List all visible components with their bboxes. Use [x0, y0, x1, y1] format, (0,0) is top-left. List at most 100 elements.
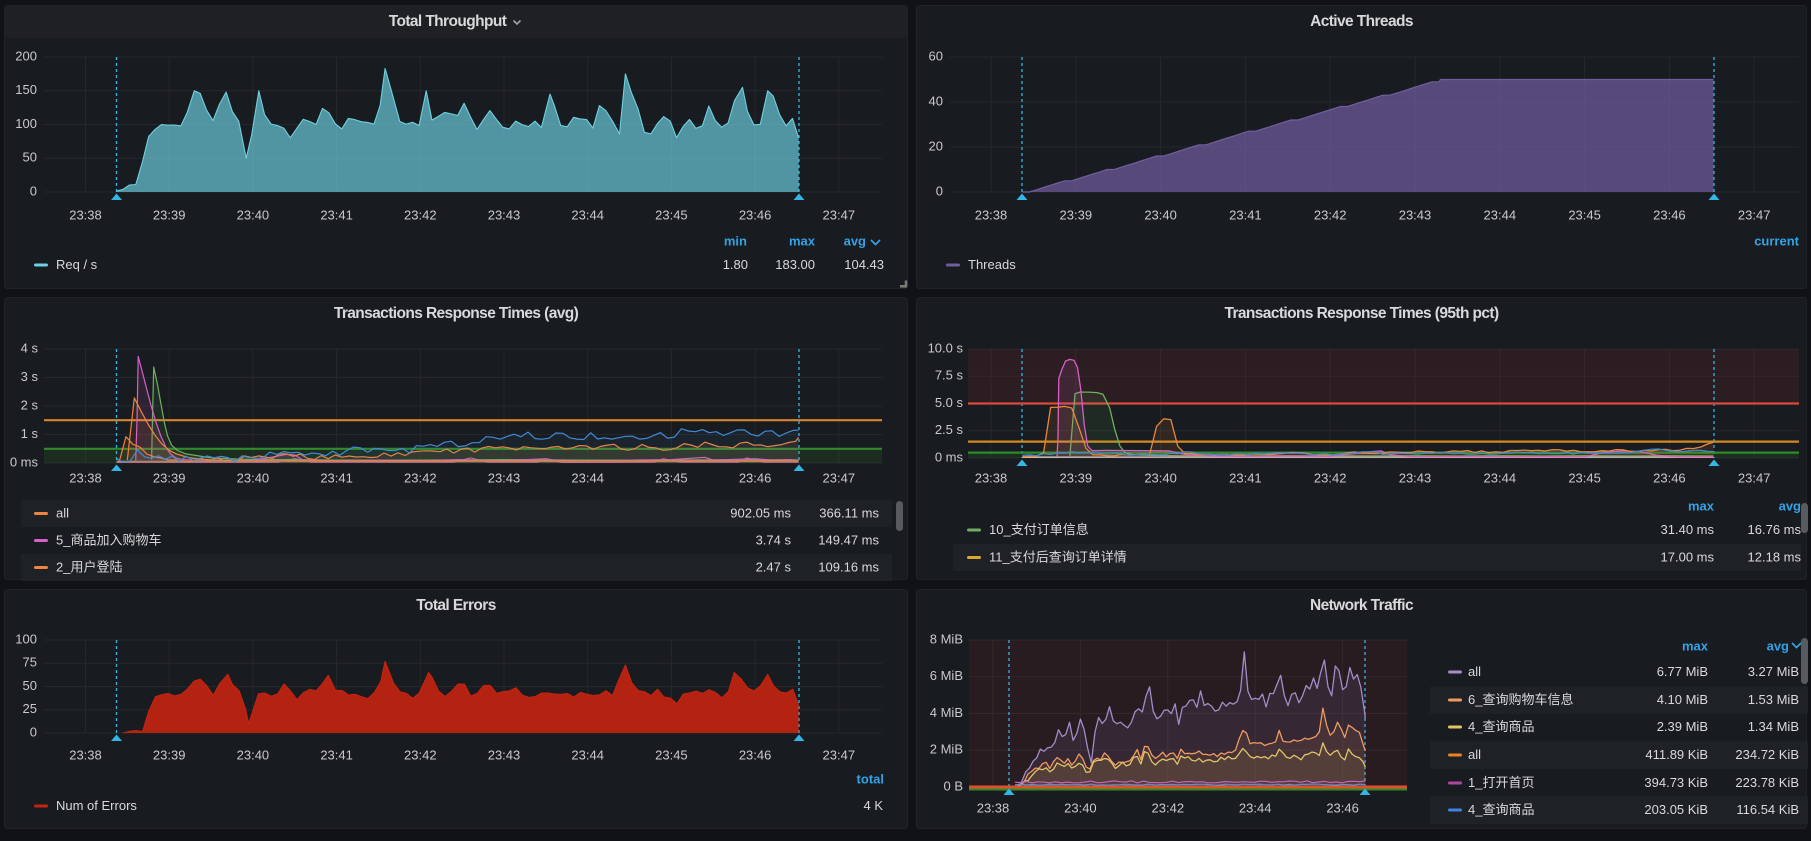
svg-text:0 ms: 0 ms: [10, 454, 39, 469]
svg-text:23:43: 23:43: [1399, 207, 1432, 222]
svg-text:23:47: 23:47: [823, 470, 856, 485]
svg-text:6.77 MiB: 6.77 MiB: [1657, 664, 1708, 679]
svg-text:25: 25: [23, 701, 37, 716]
svg-text:23:47: 23:47: [1738, 470, 1771, 485]
svg-text:23:45: 23:45: [655, 207, 688, 222]
svg-text:23:47: 23:47: [823, 207, 856, 222]
svg-text:23:40: 23:40: [237, 470, 270, 485]
svg-text:149.47 ms: 149.47 ms: [818, 532, 879, 547]
svg-text:40: 40: [929, 93, 943, 108]
svg-text:1 s: 1 s: [21, 426, 39, 441]
svg-text:10.0 s: 10.0 s: [928, 340, 964, 355]
svg-text:23:41: 23:41: [320, 470, 353, 485]
svg-text:1.34 MiB: 1.34 MiB: [1748, 719, 1799, 734]
svg-text:2.5 s: 2.5 s: [935, 422, 964, 437]
svg-text:max: max: [1682, 638, 1709, 653]
svg-text:23:46: 23:46: [739, 470, 772, 485]
svg-text:203.05 KiB: 203.05 KiB: [1644, 802, 1708, 817]
svg-text:Req / s: Req / s: [56, 257, 98, 272]
svg-text:all: all: [56, 505, 69, 520]
svg-text:23:42: 23:42: [404, 747, 437, 762]
svg-text:23:38: 23:38: [69, 470, 102, 485]
svg-text:0: 0: [936, 183, 943, 198]
svg-text:23:42: 23:42: [1314, 470, 1347, 485]
svg-text:4 K: 4 K: [863, 798, 883, 813]
svg-text:200: 200: [15, 48, 37, 63]
svg-text:23:40: 23:40: [1144, 470, 1177, 485]
svg-text:6_查询购物车信息: 6_查询购物车信息: [1468, 692, 1573, 707]
svg-text:max: max: [1688, 498, 1715, 513]
svg-text:109.16 ms: 109.16 ms: [818, 559, 879, 574]
svg-text:23:41: 23:41: [320, 747, 353, 762]
svg-text:23:45: 23:45: [655, 470, 688, 485]
svg-text:23:42: 23:42: [1152, 800, 1185, 815]
svg-text:60: 60: [929, 48, 943, 63]
svg-text:23:38: 23:38: [69, 207, 102, 222]
svg-text:23:43: 23:43: [488, 207, 521, 222]
svg-text:7.5 s: 7.5 s: [935, 368, 964, 383]
svg-text:31.40 ms: 31.40 ms: [1661, 522, 1715, 537]
svg-text:2_用户登陆: 2_用户登陆: [56, 559, 122, 574]
svg-text:23:39: 23:39: [153, 470, 186, 485]
svg-text:23:46: 23:46: [1653, 470, 1686, 485]
svg-text:current: current: [1754, 233, 1799, 248]
svg-text:75: 75: [23, 655, 37, 670]
svg-text:23:46: 23:46: [739, 207, 772, 222]
svg-text:23:44: 23:44: [571, 207, 604, 222]
svg-text:23:41: 23:41: [1229, 470, 1262, 485]
svg-text:0: 0: [30, 183, 37, 198]
svg-text:150: 150: [15, 82, 37, 97]
svg-text:23:43: 23:43: [488, 747, 521, 762]
svg-text:23:42: 23:42: [1314, 207, 1347, 222]
svg-text:16.76 ms: 16.76 ms: [1748, 522, 1802, 537]
svg-text:23:38: 23:38: [977, 800, 1010, 815]
svg-text:104.43: 104.43: [844, 257, 884, 272]
svg-text:23:40: 23:40: [237, 207, 270, 222]
svg-text:23:38: 23:38: [69, 747, 102, 762]
svg-text:23:38: 23:38: [975, 470, 1008, 485]
svg-text:100: 100: [15, 116, 37, 131]
svg-text:5_商品加入购物车: 5_商品加入购物车: [56, 532, 161, 547]
svg-text:23:45: 23:45: [655, 747, 688, 762]
svg-text:23:44: 23:44: [1484, 207, 1517, 222]
svg-text:avg: avg: [1779, 498, 1801, 513]
svg-text:23:44: 23:44: [1484, 470, 1517, 485]
svg-text:23:43: 23:43: [488, 470, 521, 485]
svg-text:23:38: 23:38: [975, 207, 1008, 222]
svg-text:902.05 ms: 902.05 ms: [730, 505, 791, 520]
svg-text:50: 50: [23, 678, 37, 693]
svg-text:23:44: 23:44: [1239, 800, 1272, 815]
svg-text:100: 100: [15, 631, 37, 646]
svg-text:23:45: 23:45: [1568, 207, 1601, 222]
svg-text:0 B: 0 B: [943, 778, 963, 793]
svg-text:23:40: 23:40: [1064, 800, 1097, 815]
svg-text:23:46: 23:46: [739, 747, 772, 762]
svg-text:366.11 ms: 366.11 ms: [819, 505, 879, 520]
svg-text:23:40: 23:40: [1144, 207, 1177, 222]
svg-text:23:39: 23:39: [1060, 470, 1093, 485]
svg-text:23:46: 23:46: [1326, 800, 1359, 815]
svg-text:12.18 ms: 12.18 ms: [1748, 549, 1802, 564]
svg-text:avg: avg: [1767, 638, 1789, 653]
svg-text:50: 50: [23, 150, 37, 165]
svg-text:23:47: 23:47: [1738, 207, 1771, 222]
svg-text:23:40: 23:40: [237, 747, 270, 762]
svg-text:4.10 MiB: 4.10 MiB: [1657, 692, 1708, 707]
svg-text:2 MiB: 2 MiB: [930, 742, 963, 757]
svg-text:23:41: 23:41: [320, 207, 353, 222]
svg-text:183.00: 183.00: [775, 257, 815, 272]
svg-text:4_查询商品: 4_查询商品: [1468, 719, 1534, 734]
svg-text:2.47 s: 2.47 s: [756, 559, 792, 574]
svg-text:23:44: 23:44: [571, 470, 604, 485]
svg-text:223.78 KiB: 223.78 KiB: [1735, 775, 1799, 790]
svg-text:116.54 KiB: 116.54 KiB: [1736, 802, 1799, 817]
svg-text:min: min: [724, 233, 747, 248]
svg-text:max: max: [789, 233, 816, 248]
svg-text:3.74 s: 3.74 s: [756, 532, 792, 547]
svg-text:6 MiB: 6 MiB: [930, 668, 963, 683]
svg-text:20: 20: [929, 138, 943, 153]
svg-text:0 ms: 0 ms: [935, 449, 964, 464]
svg-text:23:41: 23:41: [1229, 207, 1262, 222]
svg-text:1.80: 1.80: [723, 257, 748, 272]
svg-text:3.27 MiB: 3.27 MiB: [1748, 664, 1799, 679]
